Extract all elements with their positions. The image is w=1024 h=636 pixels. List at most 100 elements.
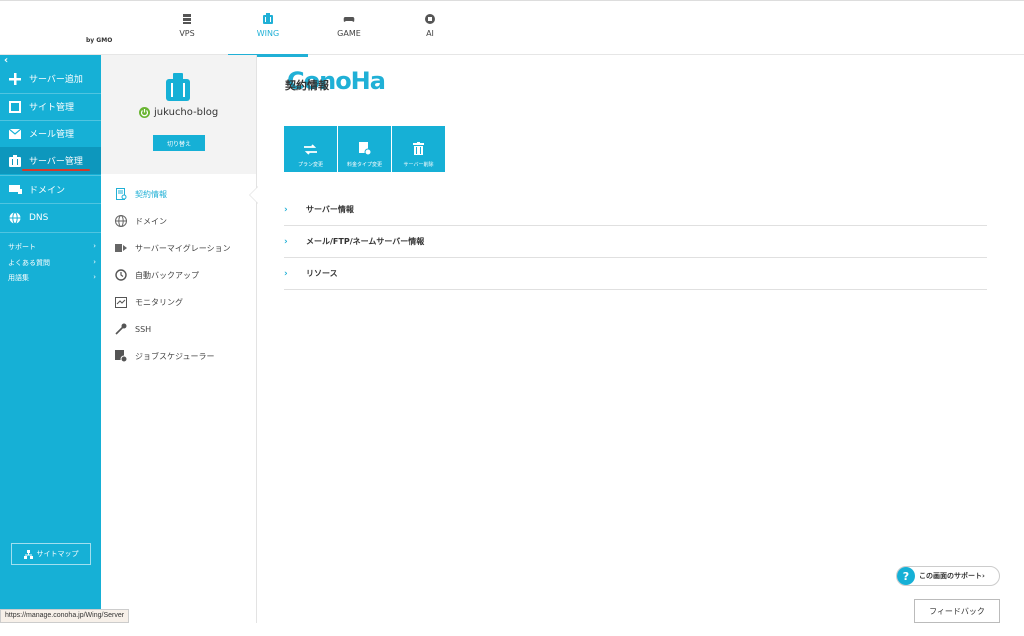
- main-content: 契約情報 プラン変更 料金タイプ変更 サーバー削除 › サーバー情報 › メール…: [257, 55, 1024, 623]
- logo-subtext: by GMO: [86, 37, 113, 44]
- plan-change-button[interactable]: プラン変更: [284, 126, 337, 172]
- accordion-label: メール/FTP/ネームサーバー情報: [306, 237, 425, 246]
- sidebar-item-site-management[interactable]: サイト管理: [0, 93, 101, 120]
- action-label: 料金タイプ変更: [346, 162, 382, 168]
- migration-icon: [115, 242, 127, 254]
- server-rack-icon: [183, 14, 191, 24]
- chevron-right-icon: ›: [284, 204, 288, 215]
- sidebar-item-label: サーバー管理: [29, 157, 83, 167]
- accordion-server-info[interactable]: › サーバー情報: [284, 194, 987, 226]
- fee-type-change-button[interactable]: 料金タイプ変更: [338, 126, 391, 172]
- sidebar-item-label: ドメイン: [29, 186, 66, 196]
- chevron-right-icon: ›: [284, 268, 288, 279]
- sidebar-link-label: 用語集: [8, 274, 29, 282]
- sitemap-icon: [23, 549, 33, 559]
- server-card: jukucho-blog 切り替え: [101, 55, 256, 174]
- main-sidebar: ‹ サーバー追加 サイト管理 メール管理 サーバー管理 ドメイン DNS サポー…: [0, 55, 101, 623]
- backup-icon: [115, 269, 127, 281]
- status-bar-url: https://manage.conoha.jp/Wing/Server: [0, 609, 130, 623]
- menu-contract-info[interactable]: 契約情報: [115, 184, 255, 204]
- sidebar-link-glossary[interactable]: 用語集 ›: [8, 273, 96, 283]
- help-icon: ?: [897, 567, 915, 585]
- plus-icon: [7, 72, 23, 85]
- wing-server-icon: [263, 13, 273, 24]
- domain-icon: [7, 185, 23, 194]
- menu-label: ジョブスケジューラー: [135, 351, 215, 361]
- menu-job-scheduler[interactable]: ジョブスケジューラー: [115, 346, 255, 366]
- nav-game[interactable]: GAME: [309, 13, 389, 53]
- action-label: プラン変更: [297, 162, 323, 168]
- globe-icon: [7, 211, 23, 224]
- action-label: サーバー削除: [403, 162, 434, 168]
- sidebar-item-domain[interactable]: ドメイン: [0, 176, 101, 203]
- gamepad-icon: [343, 17, 355, 22]
- menu-server-migration[interactable]: サーバーマイグレーション: [115, 238, 255, 258]
- server-delete-button[interactable]: サーバー削除: [392, 126, 445, 172]
- contract-icon: [115, 188, 127, 200]
- sidebar-item-label: サイト管理: [29, 103, 75, 113]
- sidebar-link-support[interactable]: サポート ›: [8, 242, 96, 252]
- nav-wing[interactable]: WING: [228, 13, 308, 57]
- sidebar-item-label: メール管理: [29, 130, 75, 140]
- power-status-icon: [139, 107, 150, 118]
- menu-label: 自動バックアップ: [135, 270, 199, 280]
- sidebar-item-server-management[interactable]: サーバー管理: [0, 147, 101, 174]
- menu-label: SSH: [135, 324, 152, 334]
- scheduler-icon: [115, 350, 127, 362]
- sidebar-link-label: よくある質問: [8, 259, 50, 267]
- nav-label: AI: [426, 29, 434, 38]
- swap-icon: [304, 144, 317, 155]
- page-title: 契約情報: [285, 79, 329, 92]
- window-icon: [7, 100, 23, 113]
- sidebar-item-dns[interactable]: DNS: [0, 204, 101, 231]
- chevron-right-icon: ›: [93, 242, 96, 250]
- menu-label: 契約情報: [135, 189, 167, 199]
- menu-label: モニタリング: [135, 297, 183, 307]
- monitor-icon: [115, 296, 127, 308]
- active-underline: [22, 169, 90, 171]
- sidebar-divider: [0, 232, 101, 233]
- chevron-right-icon: ›: [93, 258, 96, 266]
- ai-chip-icon: [425, 14, 435, 24]
- sitemap-button[interactable]: サイトマップ: [11, 543, 91, 565]
- switch-server-button[interactable]: 切り替え: [153, 135, 205, 151]
- page-support-button[interactable]: ? この画面のサポート ›: [896, 566, 1000, 586]
- nav-vps[interactable]: VPS: [147, 13, 227, 53]
- sidebar-item-mail-management[interactable]: メール管理: [0, 120, 101, 147]
- conoha-logo[interactable]: ConoHa by GMO: [30, 13, 386, 94]
- nav-label: VPS: [179, 29, 195, 38]
- server-name: jukucho-blog: [154, 107, 219, 118]
- mail-icon: [7, 128, 23, 139]
- sitemap-label: サイトマップ: [36, 550, 79, 558]
- server-icon: [166, 73, 190, 101]
- accordion-label: リソース: [306, 269, 338, 278]
- sidebar-item-add-server[interactable]: サーバー追加: [0, 65, 101, 92]
- server-sub-sidebar: jukucho-blog 切り替え 契約情報 ドメイン サーバーマイグレーション…: [101, 55, 258, 623]
- menu-domain[interactable]: ドメイン: [115, 211, 255, 231]
- feedback-button[interactable]: フィードバック: [914, 599, 1000, 623]
- nav-label: GAME: [337, 29, 361, 38]
- chevron-right-icon: ›: [93, 273, 96, 281]
- nav-label: WING: [256, 29, 280, 38]
- menu-auto-backup[interactable]: 自動バックアップ: [115, 265, 255, 285]
- menu-monitoring[interactable]: モニタリング: [115, 292, 255, 312]
- accordion-resources[interactable]: › リソース: [284, 258, 987, 290]
- accordion-label: サーバー情報: [306, 205, 354, 214]
- server-name-row: jukucho-blog: [139, 107, 218, 118]
- accordion-mail-ftp-ns-info[interactable]: › メール/FTP/ネームサーバー情報: [284, 226, 987, 258]
- sidebar-link-label: サポート: [8, 243, 36, 251]
- support-label: この画面のサポート: [919, 572, 982, 580]
- sidebar-item-label: DNS: [29, 212, 49, 223]
- key-icon: [115, 323, 127, 335]
- menu-label: ドメイン: [135, 216, 167, 226]
- top-bar: ConoHa by GMO VPS WING GAME AI: [0, 0, 1024, 94]
- menu-label: サーバーマイグレーション: [135, 243, 231, 253]
- server-icon: [7, 154, 23, 167]
- menu-ssh[interactable]: SSH: [115, 319, 255, 339]
- www-icon: [115, 215, 127, 227]
- sidebar-item-label: サーバー追加: [29, 75, 83, 85]
- chevron-right-icon: ›: [284, 236, 288, 247]
- fee-icon: [358, 142, 371, 155]
- sidebar-link-faq[interactable]: よくある質問 ›: [8, 258, 96, 268]
- nav-ai[interactable]: AI: [390, 13, 470, 53]
